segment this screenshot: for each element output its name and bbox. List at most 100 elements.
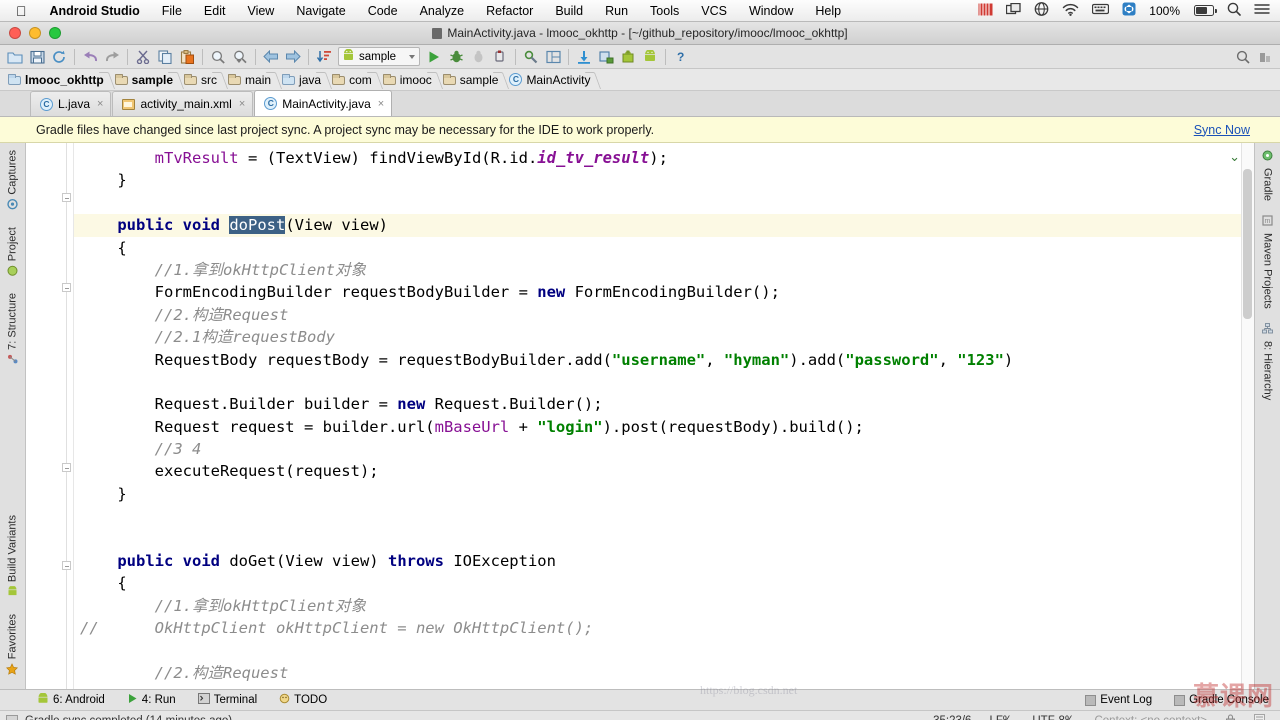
menu-app-name[interactable]: Android Studio xyxy=(39,4,151,18)
avd-manager-icon[interactable] xyxy=(595,46,617,67)
menu-navigate[interactable]: Navigate xyxy=(285,4,356,18)
code-line[interactable]: //1.拿到okHttpClient对象 xyxy=(74,595,1254,617)
menu-run[interactable]: Run xyxy=(594,4,639,18)
screen-share-icon[interactable] xyxy=(1006,2,1021,19)
code-line[interactable]: } xyxy=(74,169,1254,191)
menu-file[interactable]: File xyxy=(151,4,193,18)
sidebar-item-hierarchy[interactable]: 8: Hierarchy xyxy=(1255,316,1280,407)
menu-analyze[interactable]: Analyze xyxy=(409,4,475,18)
tool-button-todo[interactable]: TODO xyxy=(268,693,338,707)
inspections-icon[interactable] xyxy=(1245,713,1274,720)
fold-marker[interactable] xyxy=(62,283,71,292)
caret-position[interactable]: 35:23/6 xyxy=(924,715,980,720)
sidebar-item-maven-projects[interactable]: m Maven Projects xyxy=(1255,208,1280,316)
lock-icon[interactable] xyxy=(1216,713,1245,720)
code-line[interactable]: // OkHttpClient okHttpClient = new OkHtt… xyxy=(74,617,1254,639)
tab-activity-main-xml[interactable]: activity_main.xml × xyxy=(112,91,254,116)
code-line[interactable] xyxy=(74,640,1254,662)
line-separator-indicator[interactable]: LF‰ xyxy=(980,715,1023,720)
code-line[interactable]: Request request = builder.url(mBaseUrl +… xyxy=(74,416,1254,438)
close-icon[interactable]: × xyxy=(95,98,103,110)
menu-edit[interactable]: Edit xyxy=(193,4,237,18)
sdk-manager-icon[interactable] xyxy=(617,46,639,67)
close-window-button[interactable] xyxy=(9,27,21,39)
find-icon[interactable] xyxy=(207,46,229,67)
code-line[interactable]: //1.拿到okHttpClient对象 xyxy=(74,259,1254,281)
sync-gradle-icon[interactable] xyxy=(573,46,595,67)
code-line[interactable]: RequestBody requestBody = requestBodyBui… xyxy=(74,349,1254,371)
breadcrumb-item-main[interactable]: main xyxy=(224,69,278,91)
paste-icon[interactable] xyxy=(176,46,198,67)
minimize-window-button[interactable] xyxy=(29,27,41,39)
menu-tools[interactable]: Tools xyxy=(639,4,690,18)
menu-refactor[interactable]: Refactor xyxy=(475,4,544,18)
breadcrumb-item-imooc[interactable]: imooc xyxy=(379,69,439,91)
run-icon[interactable] xyxy=(423,46,445,67)
tool-button-event-log[interactable]: Event Log xyxy=(1074,694,1163,706)
code-line[interactable]: public void doPost(View view) xyxy=(74,214,1254,237)
cut-icon[interactable] xyxy=(132,46,154,67)
sort-icon[interactable] xyxy=(313,46,335,67)
menu-window[interactable]: Window xyxy=(738,4,804,18)
scrollbar-thumb[interactable] xyxy=(1243,169,1252,319)
menu-view[interactable]: View xyxy=(236,4,285,18)
breadcrumb-item-java[interactable]: java xyxy=(278,69,328,91)
editor-vertical-scrollbar[interactable] xyxy=(1241,143,1254,689)
close-icon[interactable]: × xyxy=(376,98,384,110)
menu-build[interactable]: Build xyxy=(544,4,594,18)
recording-icon[interactable] xyxy=(978,2,993,19)
fold-marker[interactable] xyxy=(62,561,71,570)
module-selector[interactable]: sample xyxy=(338,47,420,66)
search-icon[interactable] xyxy=(1227,2,1241,19)
debug-icon[interactable] xyxy=(445,46,467,67)
sidebar-item-project[interactable]: Project xyxy=(0,220,25,286)
sync-icon[interactable] xyxy=(1122,2,1136,19)
undo-icon[interactable] xyxy=(79,46,101,67)
breadcrumb-item-sample[interactable]: sample xyxy=(111,69,180,91)
search-icon[interactable] xyxy=(1232,46,1254,67)
code-line[interactable]: //2.构造Request xyxy=(74,662,1254,684)
sidebar-item-favorites[interactable]: Favorites xyxy=(0,607,25,685)
code-text-area[interactable]: mTvResult = (TextView) findViewById(R.id… xyxy=(74,143,1254,689)
code-line[interactable]: public void doGet(View view) throws IOEx… xyxy=(74,550,1254,572)
globe-icon[interactable] xyxy=(1034,2,1049,19)
breadcrumb-item-sample-pkg[interactable]: sample xyxy=(439,69,506,91)
android-device-icon[interactable] xyxy=(639,46,661,67)
tool-button-terminal[interactable]: Terminal xyxy=(187,693,268,707)
help-icon[interactable]: ? xyxy=(670,46,692,67)
tool-button-gradle-console[interactable]: Gradle Console xyxy=(1163,694,1280,706)
back-icon[interactable] xyxy=(260,46,282,67)
tool-button-run[interactable]: 4: Run xyxy=(116,693,187,707)
breadcrumb-item-MainActivity[interactable]: C MainActivity xyxy=(505,69,597,91)
breadcrumb-item-src[interactable]: src xyxy=(180,69,224,91)
forward-icon[interactable] xyxy=(282,46,304,67)
fold-marker[interactable] xyxy=(62,463,71,472)
sync-now-link[interactable]: Sync Now xyxy=(1194,123,1270,137)
code-line[interactable]: Request.Builder builder = new Request.Bu… xyxy=(74,393,1254,415)
stop-icon[interactable] xyxy=(489,46,511,67)
replace-icon[interactable] xyxy=(229,46,251,67)
menu-help[interactable]: Help xyxy=(804,4,852,18)
chevron-down-icon[interactable]: ⌄ xyxy=(1229,149,1240,165)
code-line[interactable]: //2.构造Request xyxy=(74,304,1254,326)
battery-icon[interactable] xyxy=(1194,5,1217,16)
chevron-down-icon[interactable] xyxy=(409,54,415,59)
sidebar-item-structure[interactable]: 7: Structure xyxy=(0,286,25,375)
code-line[interactable] xyxy=(74,528,1254,550)
code-line[interactable]: //2.1构造requestBody xyxy=(74,326,1254,348)
copy-icon[interactable] xyxy=(154,46,176,67)
sync-icon[interactable] xyxy=(48,46,70,67)
code-line[interactable]: mTvResult = (TextView) findViewById(R.id… xyxy=(74,147,1254,169)
fold-marker[interactable] xyxy=(62,193,71,202)
code-line[interactable]: executeRequest(request); xyxy=(74,460,1254,482)
sidebar-item-gradle[interactable]: Gradle xyxy=(1255,143,1280,208)
menu-code[interactable]: Code xyxy=(357,4,409,18)
code-line[interactable]: { xyxy=(74,572,1254,594)
attach-debugger-icon[interactable] xyxy=(520,46,542,67)
wifi-icon[interactable] xyxy=(1062,3,1079,19)
code-editor[interactable]: mTvResult = (TextView) findViewById(R.id… xyxy=(26,143,1254,689)
breadcrumb-item-lmooc_okhttp[interactable]: lmooc_okhttp xyxy=(4,69,111,91)
code-line[interactable]: //3 4 xyxy=(74,438,1254,460)
keyboard-icon[interactable] xyxy=(1092,3,1110,18)
control-center-icon[interactable] xyxy=(1254,3,1270,18)
